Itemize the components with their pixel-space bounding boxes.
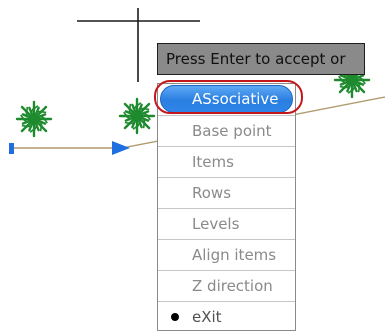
menu-item-exit[interactable]: eXit	[158, 301, 295, 332]
tree-leaf	[39, 126, 43, 132]
menu-item-label: Align items	[192, 246, 277, 264]
tree-center	[132, 111, 142, 121]
tree-leaf	[142, 123, 146, 129]
selected-bullet-icon	[171, 313, 179, 321]
menu-item-align-items[interactable]: Align items	[158, 239, 295, 270]
menu-item-label: Rows	[192, 184, 232, 202]
menu-item-label: Z direction	[192, 277, 273, 295]
menu-item-base-point[interactable]: Base point	[158, 115, 295, 146]
menu-item-label: Items	[192, 153, 234, 171]
command-prompt-tooltip: Press Enter to accept or	[157, 43, 365, 75]
menu-item-z-direction[interactable]: Z direction	[158, 270, 295, 301]
menu-item-label: Levels	[192, 215, 240, 233]
tree-leaf	[21, 124, 27, 128]
menu-item-levels[interactable]: Levels	[158, 208, 295, 239]
menu-item-items[interactable]: Items	[158, 146, 295, 177]
path-start-grip-icon[interactable]	[9, 143, 14, 154]
menu-item-associative[interactable]: ASsociative	[160, 85, 293, 113]
menu-item-rows[interactable]: Rows	[158, 177, 295, 208]
tree-leaf	[128, 103, 132, 109]
tree-leaf	[41, 110, 47, 114]
menu-item-label: ASsociative	[192, 90, 279, 108]
path-direction-arrow-icon[interactable]	[112, 141, 130, 155]
dynamic-input-options-menu: ASsociative Base point Items Rows Levels…	[157, 83, 296, 331]
tree-leaf	[124, 121, 130, 125]
tree-block-icon[interactable]	[118, 97, 156, 135]
tree-leaf	[25, 106, 29, 112]
tree-leaf	[339, 85, 345, 89]
tree-leaf	[357, 87, 361, 93]
tree-center	[29, 114, 39, 124]
tree-leaf	[144, 107, 150, 111]
tree-block-icon[interactable]	[15, 100, 53, 138]
menu-item-label: Base point	[192, 122, 272, 140]
tree-center	[347, 75, 357, 85]
prompt-text: Press Enter to accept or	[166, 50, 346, 68]
menu-item-label: eXit	[192, 308, 222, 326]
